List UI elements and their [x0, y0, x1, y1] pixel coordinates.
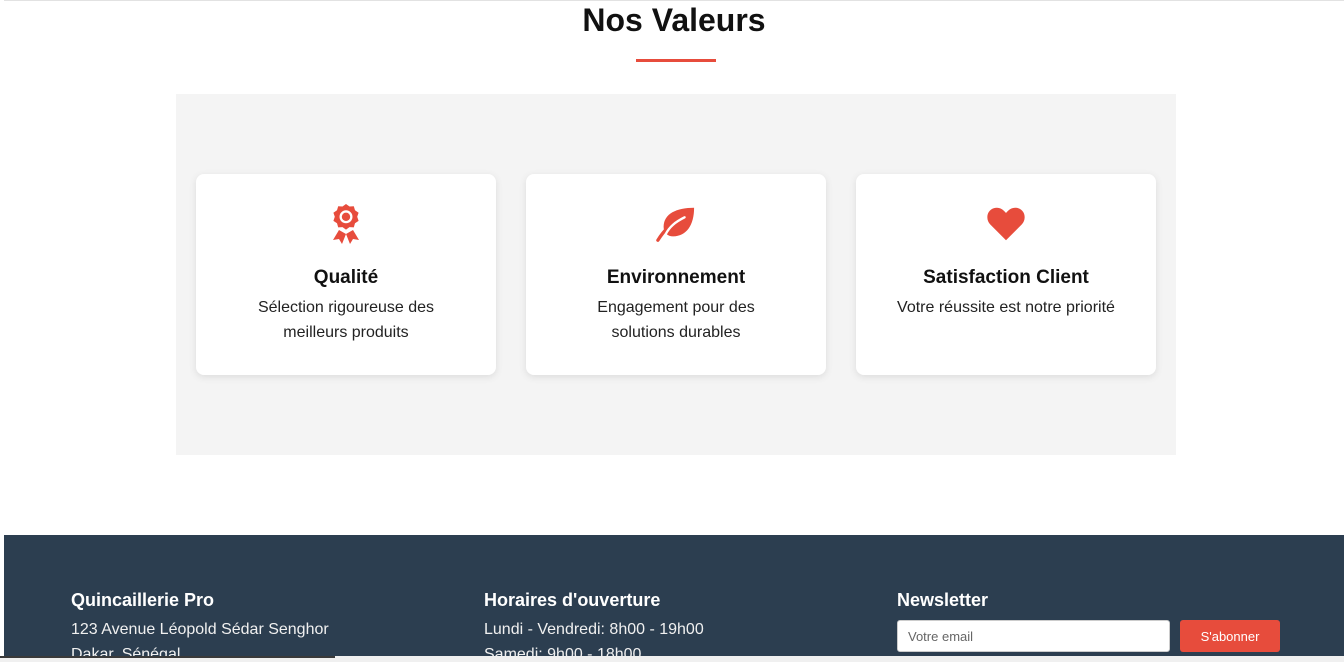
subscribe-button[interactable]: S'abonner — [1180, 620, 1280, 652]
footer-newsletter-title: Newsletter — [897, 590, 989, 610]
footer-newsletter: Newsletter S'abonner — [897, 589, 1297, 652]
card-description: Sélection rigoureuse des meilleurs produ… — [257, 299, 435, 341]
value-card-satisfaction: Satisfaction Client Votre réussite est n… — [856, 174, 1156, 375]
leaf-icon — [656, 202, 696, 246]
card-description: Votre réussite est notre priorité — [897, 299, 1115, 316]
newsletter-form: S'abonner — [897, 620, 1297, 652]
section-title: Nos Valeurs — [582, 2, 766, 38]
footer-company: Quincaillerie Pro 123 Avenue Léopold Séd… — [71, 589, 411, 656]
card-description: Engagement pour des solutions durables — [597, 299, 755, 341]
value-card-environment: Environnement Engagement pour des soluti… — [526, 174, 826, 375]
value-card-quality: Qualité Sélection rigoureuse des meilleu… — [196, 174, 496, 375]
page-content: Nos Valeurs Qualité Sélection rigoureuse… — [4, 0, 1344, 656]
newsletter-email-input[interactable] — [897, 620, 1170, 652]
footer-company-title: Quincaillerie Pro — [71, 590, 215, 610]
card-title: Qualité — [313, 267, 379, 288]
footer-address-line1: 123 Avenue Léopold Sédar Senghor — [71, 621, 329, 638]
card-title: Satisfaction Client — [923, 267, 1089, 288]
window-bottom-edge — [0, 656, 1344, 662]
footer-address-line2: Dakar, Sénégal — [71, 646, 181, 656]
heart-icon — [986, 202, 1026, 246]
values-panel: Qualité Sélection rigoureuse des meilleu… — [176, 94, 1176, 455]
footer-hours-line1: Lundi - Vendredi: 8h00 - 19h00 — [484, 621, 704, 638]
award-icon — [326, 202, 366, 246]
site-footer: Quincaillerie Pro 123 Avenue Léopold Séd… — [4, 535, 1344, 656]
window-edge-segment — [0, 656, 335, 658]
footer-hours-title: Horaires d'ouverture — [484, 590, 661, 610]
footer-hours-line2: Samedi: 9h00 - 18h00 — [484, 646, 642, 656]
card-title: Environnement — [606, 267, 746, 288]
footer-hours: Horaires d'ouverture Lundi - Vendredi: 8… — [484, 589, 824, 656]
title-underline — [636, 59, 716, 62]
